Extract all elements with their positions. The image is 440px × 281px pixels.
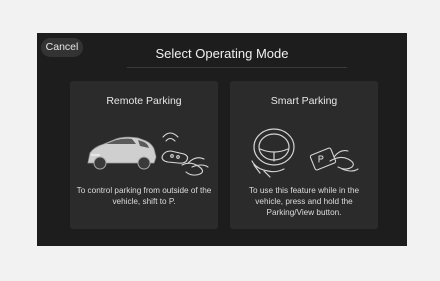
parking-view-button-icon <box>309 147 359 172</box>
remote-parking-option[interactable]: Remote Parking To control parking from o… <box>70 81 218 229</box>
smart-parking-title: Smart Parking <box>270 95 338 107</box>
remote-parking-description: To control parking from outside of the v… <box>76 186 212 206</box>
cancel-button[interactable]: Cancel <box>41 38 83 57</box>
smart-parking-option[interactable]: Smart Parking To use this feature while … <box>230 81 378 229</box>
page-title: Select Operating Mode <box>155 46 289 61</box>
remote-parking-title: Remote Parking <box>106 95 182 107</box>
car-and-key-fob-icon <box>87 132 209 176</box>
title-divider <box>127 67 347 68</box>
steering-wheel-and-button-icon <box>251 128 359 178</box>
key-fob-icon <box>161 132 209 176</box>
car-icon <box>87 136 157 170</box>
mode-selection-screen: Cancel Select Operating Mode Remote Park… <box>37 33 407 246</box>
smart-parking-description: To use this feature while in the vehicle… <box>248 186 360 217</box>
steering-wheel-icon <box>251 128 295 178</box>
